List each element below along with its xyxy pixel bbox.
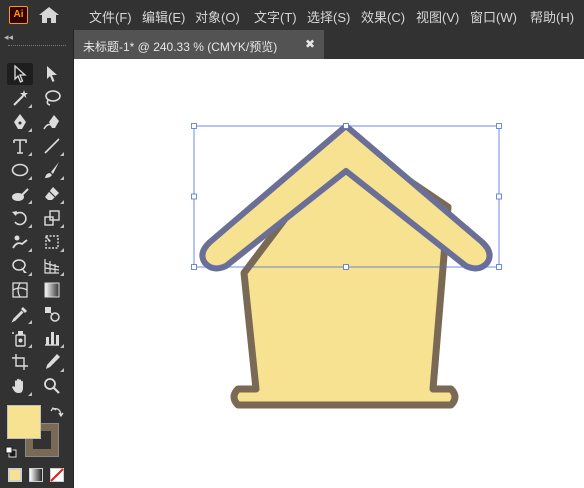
document-tab[interactable]: 未标题-1* @ 240.33 % (CMYK/预览) ✖ bbox=[74, 30, 324, 59]
free-transform-tool-icon[interactable] bbox=[39, 231, 65, 253]
document-tab-bar: 未标题-1* @ 240.33 % (CMYK/预览) ✖ bbox=[74, 30, 584, 59]
shape-builder-tool-icon[interactable] bbox=[7, 255, 33, 277]
mesh-tool-icon[interactable] bbox=[7, 279, 33, 301]
home-icon[interactable] bbox=[38, 6, 60, 24]
hand-tool-icon[interactable] bbox=[7, 375, 33, 397]
lasso-tool-icon[interactable] bbox=[39, 87, 65, 109]
menu-select[interactable]: 选择(S) bbox=[307, 7, 350, 26]
menu-file[interactable]: 文件(F) bbox=[89, 7, 132, 26]
artboard-tool-icon[interactable] bbox=[7, 351, 33, 373]
magic-wand-tool-icon[interactable] bbox=[7, 87, 33, 109]
gradient-mode-button[interactable] bbox=[29, 468, 43, 482]
artwork bbox=[191, 123, 502, 409]
type-tool-icon[interactable] bbox=[7, 135, 33, 157]
swap-fill-stroke-icon[interactable] bbox=[50, 405, 64, 419]
ellipse-tool-icon[interactable] bbox=[7, 159, 33, 181]
gradient-tool-icon[interactable] bbox=[39, 279, 65, 301]
paintbrush-tool-icon[interactable] bbox=[39, 159, 65, 181]
menu-edit[interactable]: 编辑(E) bbox=[142, 7, 185, 26]
app-logo: Ai bbox=[9, 6, 28, 24]
column-graph-tool-icon[interactable] bbox=[39, 327, 65, 349]
document-tab-title: 未标题-1* @ 240.33 % (CMYK/预览) bbox=[83, 40, 278, 54]
collapse-panel-icon[interactable]: ◂◂ bbox=[4, 32, 13, 43]
close-icon[interactable]: ✖ bbox=[305, 37, 315, 51]
menu-view[interactable]: 视图(V) bbox=[416, 7, 459, 26]
eraser-tool-icon[interactable] bbox=[39, 183, 65, 205]
panel-grip[interactable] bbox=[8, 45, 66, 48]
menu-object[interactable]: 对象(O) bbox=[195, 7, 240, 26]
color-mode-button[interactable] bbox=[8, 468, 22, 482]
tools-panel: ◂◂ bbox=[0, 30, 74, 488]
pen-tool-icon[interactable] bbox=[7, 111, 33, 133]
menu-effect[interactable]: 效果(C) bbox=[361, 7, 405, 26]
rotate-tool-icon[interactable] bbox=[7, 207, 33, 229]
perspective-grid-tool-icon[interactable] bbox=[39, 255, 65, 277]
slice-tool-icon[interactable] bbox=[39, 351, 65, 373]
menu-bar: Ai 文件(F) 编辑(E) 对象(O) 文字(T) 选择(S) 效果(C) 视… bbox=[0, 0, 584, 30]
zoom-tool-icon[interactable] bbox=[39, 375, 65, 397]
selection-tool-icon[interactable] bbox=[7, 63, 33, 85]
puppet-warp-tool-icon[interactable] bbox=[7, 231, 33, 253]
curvature-tool-icon[interactable] bbox=[39, 111, 65, 133]
menu-window[interactable]: 窗口(W) bbox=[470, 7, 517, 26]
none-mode-button[interactable] bbox=[50, 468, 64, 482]
direct-selection-tool-icon[interactable] bbox=[39, 63, 65, 85]
fill-swatch[interactable] bbox=[7, 405, 41, 439]
menu-type[interactable]: 文字(T) bbox=[254, 7, 297, 26]
artboard-canvas[interactable] bbox=[74, 59, 584, 488]
menu-help[interactable]: 帮助(H) bbox=[530, 7, 574, 26]
scale-tool-icon[interactable] bbox=[39, 207, 65, 229]
symbol-sprayer-tool-icon[interactable] bbox=[7, 327, 33, 349]
house-body-shape[interactable] bbox=[230, 134, 459, 409]
blend-tool-icon[interactable] bbox=[39, 303, 65, 325]
eyedropper-tool-icon[interactable] bbox=[7, 303, 33, 325]
line-segment-tool-icon[interactable] bbox=[39, 135, 65, 157]
default-fill-stroke-icon[interactable] bbox=[5, 446, 17, 458]
blob-brush-tool-icon[interactable] bbox=[7, 183, 33, 205]
